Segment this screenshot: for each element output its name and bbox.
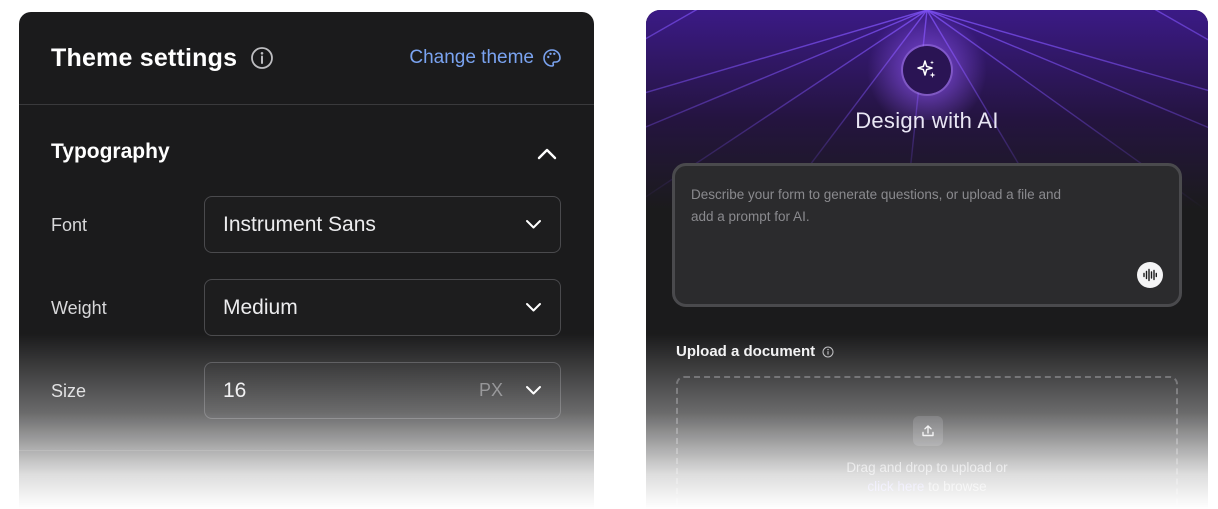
font-select[interactable]: Instrument Sans	[204, 196, 561, 253]
upload-document-title: Upload a document	[676, 343, 834, 360]
file-dropzone[interactable]: Drag and drop to upload or click here to…	[676, 376, 1178, 509]
weight-value: Medium	[223, 295, 298, 319]
ai-prompt-input[interactable]: Describe your form to generate questions…	[672, 163, 1182, 307]
weight-select[interactable]: Medium	[204, 279, 561, 336]
panel-title: Theme settings	[51, 43, 238, 72]
typography-section-title: Typography	[51, 140, 170, 163]
sparkle-icon	[917, 60, 936, 78]
palette-icon	[543, 49, 561, 67]
dropzone-text: Drag and drop to upload or click here to…	[678, 458, 1176, 496]
weight-label: Weight	[51, 298, 107, 318]
change-theme-button[interactable]: Change theme	[409, 47, 562, 69]
chevron-up-icon[interactable]	[536, 146, 558, 160]
bottom-fade	[19, 334, 594, 509]
ai-panel-title: Design with AI	[855, 108, 999, 133]
browse-suffix: to browse	[928, 479, 987, 494]
info-icon[interactable]	[822, 346, 834, 358]
change-theme-label: Change theme	[409, 47, 534, 68]
voice-input-button[interactable]	[1137, 262, 1163, 288]
size-input[interactable]: 16 PX	[204, 362, 561, 419]
drop-instruction: Drag and drop to upload or	[846, 460, 1008, 475]
divider	[19, 450, 594, 451]
theme-settings-panel: Theme settings Change theme Typography F…	[19, 12, 594, 509]
audio-waveform-icon	[1143, 268, 1158, 282]
font-value: Instrument Sans	[223, 212, 376, 236]
size-unit: PX	[478, 380, 503, 400]
font-label: Font	[51, 215, 88, 235]
prompt-placeholder: Describe your form to generate questions…	[691, 187, 1061, 224]
info-icon[interactable]	[250, 46, 274, 70]
design-with-ai-panel: Design with AI Describe your form to gen…	[646, 10, 1208, 509]
browse-link[interactable]: click here	[867, 479, 924, 494]
chevron-down-icon	[526, 303, 541, 312]
upload-icon	[913, 416, 943, 446]
ai-sparkle-badge	[903, 46, 951, 94]
theme-settings-header: Theme settings Change theme	[19, 12, 594, 105]
size-value: 16	[223, 378, 247, 402]
chevron-down-icon	[526, 220, 541, 229]
size-label: Size	[51, 381, 87, 401]
chevron-down-icon[interactable]	[525, 385, 542, 396]
upload-title-label: Upload a document	[676, 343, 816, 360]
